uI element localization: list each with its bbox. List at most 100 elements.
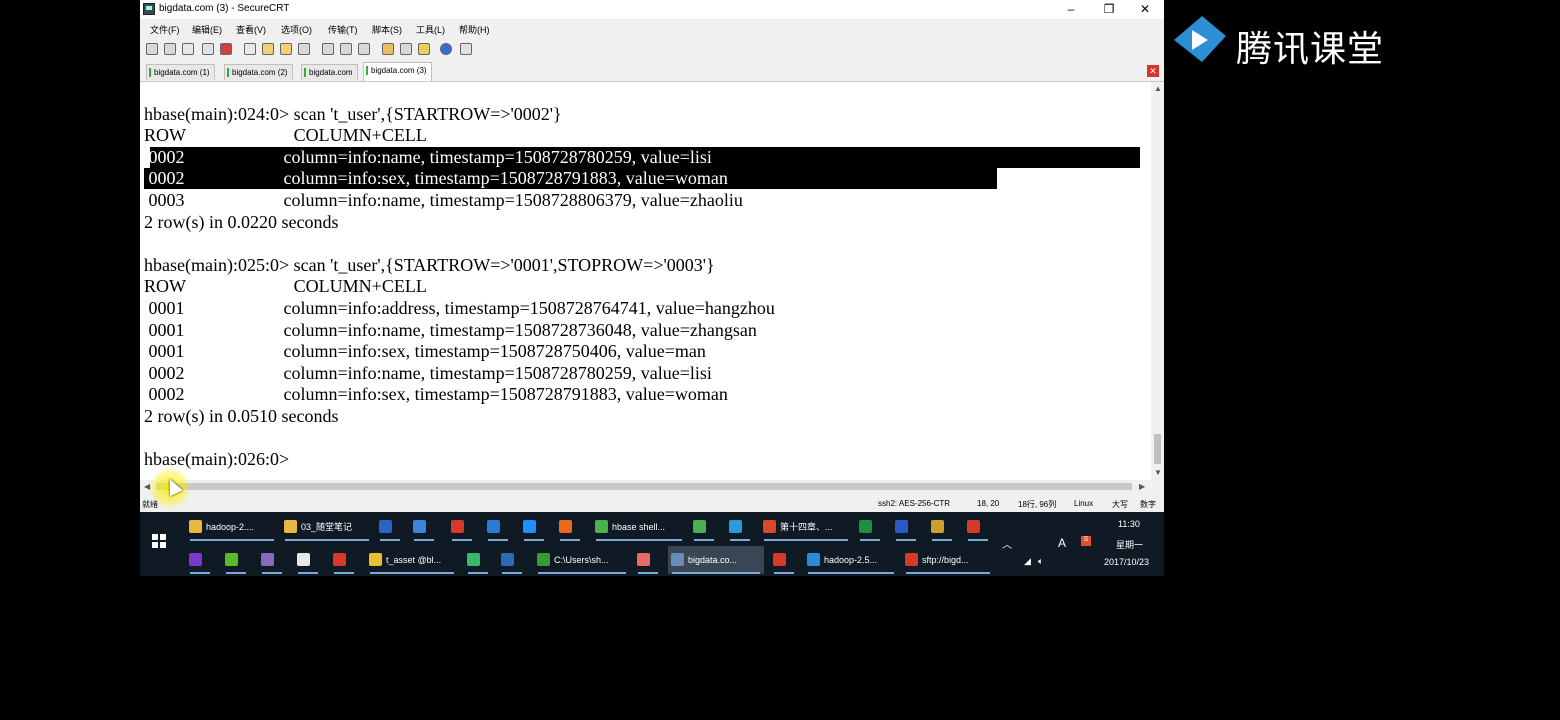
taskbar-excel-icon[interactable] (856, 513, 884, 541)
logo-text: 腾讯课堂 (1236, 29, 1385, 70)
copy-paste-icon[interactable] (280, 43, 292, 55)
horizontal-scroll-thumb[interactable] (156, 483, 1132, 490)
taskbar-cmd-users[interactable]: C:\Users\sh... (534, 546, 630, 574)
tray-ime-indicator[interactable]: A (1058, 536, 1066, 550)
taskbar-t-asset[interactable]: t_asset @bl... (366, 546, 458, 574)
global-options-icon[interactable] (400, 43, 412, 55)
chat-window-icon[interactable] (460, 43, 472, 55)
tray-weekday[interactable]: 星期一 (1116, 538, 1143, 551)
tab-bigdata-3[interactable]: bigdata.com (3) (363, 62, 432, 81)
taskbar-app-icon[interactable] (928, 513, 956, 541)
tab-bigdata[interactable]: bigdata.com (301, 64, 358, 80)
keymap-icon[interactable] (418, 43, 430, 55)
windows-start-icon[interactable] (152, 534, 166, 548)
taskbar-app-icon[interactable] (258, 546, 286, 574)
taskbar-app-icon[interactable] (726, 513, 754, 541)
help-icon[interactable] (440, 43, 452, 55)
menu-help[interactable]: 帮助(H) (459, 23, 490, 36)
tray-network-icon[interactable]: ◢ (1024, 556, 1031, 567)
taskbar-app-icon[interactable] (634, 546, 662, 574)
tray-volume-icon[interactable]: 🔈︎ (1038, 556, 1043, 567)
taskbar-app-icon[interactable] (964, 513, 992, 541)
taskbar-word-icon[interactable] (892, 513, 920, 541)
status-cursor: 18, 20 (977, 499, 1000, 508)
taskbar-app-icon[interactable] (464, 546, 492, 574)
vertical-scroll-thumb[interactable] (1154, 434, 1161, 464)
find-icon[interactable] (298, 43, 310, 55)
status-protocol: ssh2: AES-256-CTR (878, 499, 951, 508)
horizontal-scrollbar[interactable]: ◀ ▶ (140, 480, 1151, 493)
tray-date[interactable]: 2017/10/23 (1104, 557, 1149, 567)
scroll-right-icon[interactable]: ▶ (1139, 482, 1145, 491)
terminal-line: ROW COLUMN+CELL (144, 125, 427, 145)
menu-transfer[interactable]: 传输(T) (328, 23, 358, 36)
taskbar-app-icon[interactable] (186, 546, 214, 574)
status-caps: 大写 (1112, 500, 1128, 509)
terminal-line: 2 row(s) in 0.0220 seconds (144, 212, 339, 232)
tray-app-icon[interactable]: S (1081, 536, 1091, 546)
status-bar: 就绪 ssh2: AES-256-CTR 18, 20 18行, 96列 Lin… (140, 494, 1164, 512)
taskbar-hadoop-browser[interactable]: hadoop-2.5... (804, 546, 898, 574)
taskbar-app-icon[interactable] (376, 513, 404, 541)
taskbar-app-icon[interactable] (690, 513, 718, 541)
taskbar-app-icon[interactable] (498, 546, 526, 574)
terminal-line: ROW COLUMN+CELL (144, 276, 427, 296)
menu-file[interactable]: 文件(F) (150, 23, 180, 36)
terminal-prompt: hbase(main):026:0> (144, 449, 290, 469)
title-bar[interactable]: bigdata.com (3) - SecureCRT – ❐ ✕ (140, 0, 1164, 19)
tencent-classroom-logo-icon (1174, 16, 1226, 62)
terminal-line: 0002 column=info:sex, timestamp=15087287… (144, 384, 728, 404)
menu-script[interactable]: 脚本(S) (372, 23, 402, 36)
reconnect-icon[interactable] (202, 43, 214, 55)
print-icon[interactable] (358, 43, 370, 55)
close-tab-icon[interactable]: ✕ (1147, 65, 1159, 77)
scroll-down-icon[interactable]: ▼ (1154, 468, 1162, 477)
tab-bigdata-1[interactable]: bigdata.com (1) (146, 64, 215, 80)
menu-options[interactable]: 选项(O) (281, 23, 312, 36)
taskbar-sftp-bigdata[interactable]: sftp://bigd... (902, 546, 994, 574)
tab-bigdata-2[interactable]: bigdata.com (2) (224, 64, 293, 80)
vertical-scrollbar[interactable]: ▲ ▼ (1151, 82, 1164, 480)
taskbar-folder-notes[interactable]: 03_随堂笔记 (281, 513, 373, 541)
status-num: 数字 (1140, 500, 1156, 509)
window-title: bigdata.com (3) - SecureCRT (159, 3, 290, 14)
menu-view[interactable]: 查看(V) (236, 23, 266, 36)
menu-edit[interactable]: 编辑(E) (192, 23, 222, 36)
scroll-up-icon[interactable]: ▲ (1154, 84, 1162, 93)
taskbar-ie-icon[interactable] (520, 513, 548, 541)
maximize-button[interactable]: ❐ (1090, 0, 1128, 19)
taskbar-filezilla-icon[interactable] (770, 546, 798, 574)
close-button[interactable]: ✕ (1126, 0, 1164, 19)
taskbar-firefox-icon[interactable] (556, 513, 584, 541)
terminal-output[interactable]: hbase(main):024:0> scan 't_user',{STARTR… (140, 82, 1151, 480)
status-os: Linux (1074, 499, 1094, 508)
taskbar-chrome-hbase[interactable]: hbase shell... (592, 513, 686, 541)
status-size: 18行, 96列 (1018, 500, 1057, 509)
paste-icon[interactable] (262, 43, 274, 55)
terminal-line: 0003 column=info:name, timestamp=1508728… (144, 190, 743, 210)
terminal-line: hbase(main):024:0> scan 't_user',{STARTR… (144, 104, 562, 124)
taskbar-app-icon[interactable] (448, 513, 476, 541)
copy-icon[interactable] (244, 43, 256, 55)
taskbar-powerpoint[interactable]: 第十四章、... (760, 513, 852, 541)
disconnect-icon[interactable] (220, 43, 232, 55)
menu-tools[interactable]: 工具(L) (416, 23, 445, 36)
print-screen-icon[interactable] (340, 43, 352, 55)
taskbar-folder-hadoop[interactable]: hadoop-2.... (186, 513, 278, 541)
connect-tab-icon[interactable] (182, 43, 194, 55)
session-options-icon[interactable] (382, 43, 394, 55)
tray-time[interactable]: 11:30 (1118, 519, 1140, 529)
terminal-line: 0001 column=info:name, timestamp=1508728… (144, 320, 757, 340)
taskbar-app-icon[interactable] (294, 546, 322, 574)
quick-connect-icon[interactable] (164, 43, 176, 55)
toolbar (140, 39, 1164, 61)
connect-icon[interactable] (146, 43, 158, 55)
minimize-button[interactable]: – (1052, 0, 1090, 19)
tray-chevron-up-icon[interactable]: ︿ (1002, 536, 1012, 551)
taskbar-app-icon[interactable] (484, 513, 512, 541)
print-setup-icon[interactable] (322, 43, 334, 55)
taskbar-app-icon[interactable] (222, 546, 250, 574)
taskbar-securecrt-bigdata[interactable]: bigdata.co... (668, 546, 764, 574)
taskbar-app-icon[interactable] (410, 513, 438, 541)
taskbar-app-icon[interactable] (330, 546, 358, 574)
